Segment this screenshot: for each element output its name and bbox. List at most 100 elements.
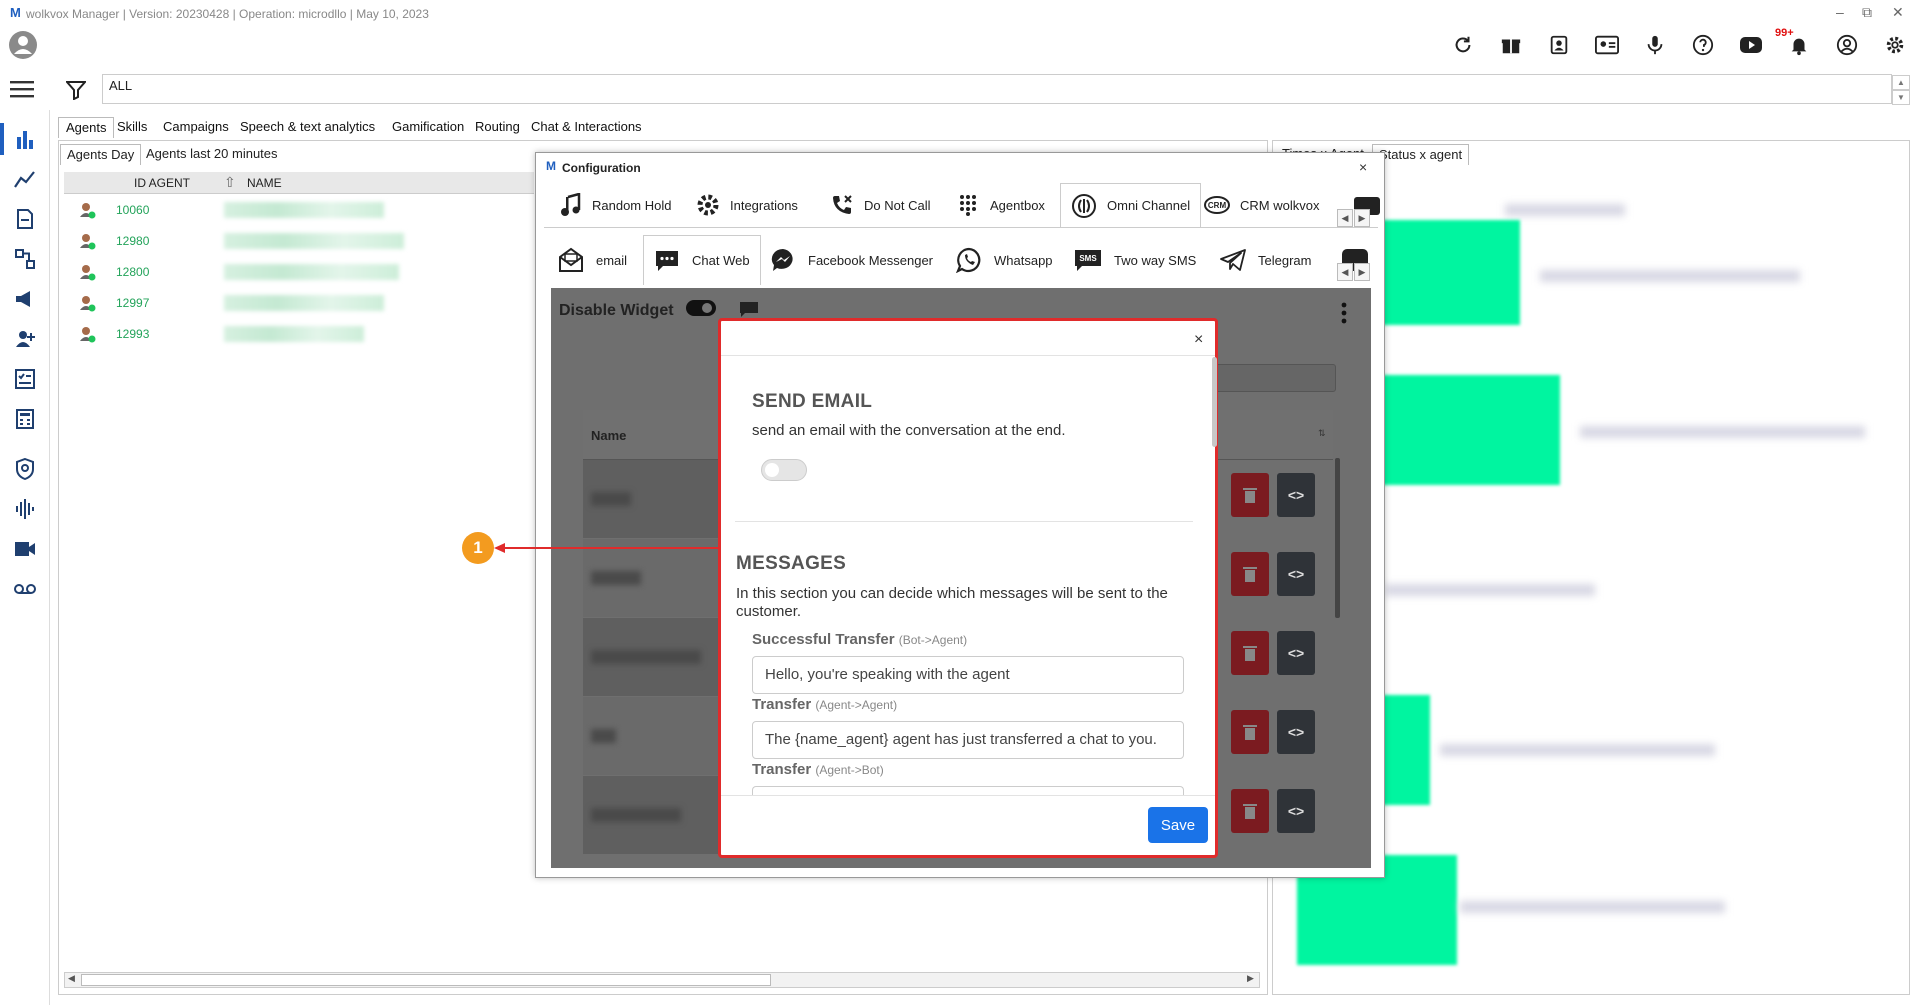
filter-icon[interactable]	[66, 80, 90, 104]
section-divider	[735, 521, 1193, 522]
delete-button[interactable]	[1231, 473, 1269, 517]
refresh-icon[interactable]	[1448, 30, 1478, 60]
tab-skills[interactable]: Skills	[110, 117, 154, 138]
modal-header-divider	[721, 355, 1215, 356]
calculator-icon[interactable]	[10, 405, 40, 433]
tab-gamification[interactable]: Gamification	[385, 117, 471, 138]
megaphone-icon[interactable]	[10, 285, 40, 313]
send-email-toggle[interactable]	[761, 459, 807, 481]
column-name[interactable]: Name	[591, 428, 626, 443]
code-button[interactable]: <>	[1277, 552, 1315, 596]
scroll-right-arrow-icon[interactable]: ▶	[1247, 973, 1254, 984]
tabs-scroll-right-icon[interactable]: ▶	[1354, 209, 1370, 227]
kebab-menu-icon[interactable]	[1341, 302, 1361, 324]
tab-routing[interactable]: Routing	[468, 117, 527, 138]
tab-integrations[interactable]: Integrations	[686, 183, 808, 227]
hamburger-menu-icon[interactable]	[10, 80, 36, 100]
channels-scroll-right-icon[interactable]: ▶	[1354, 263, 1370, 281]
account-icon[interactable]	[1832, 30, 1862, 60]
delete-button[interactable]	[1231, 631, 1269, 675]
tab-agentbox[interactable]: Agentbox	[946, 183, 1055, 227]
tab-random-hold[interactable]: Random Hold	[550, 183, 682, 227]
analytics-line-icon[interactable]	[10, 165, 40, 193]
youtube-icon[interactable]	[1736, 30, 1766, 60]
table-row[interactable]: 12997	[64, 288, 534, 318]
save-button[interactable]: Save	[1148, 807, 1208, 843]
filter-input[interactable]: ALL	[102, 74, 1892, 104]
tab-speech-text-analytics[interactable]: Speech & text analytics	[233, 117, 382, 138]
filter-spin-up[interactable]: ▲	[1892, 75, 1910, 90]
config-close-icon[interactable]: ×	[1359, 159, 1367, 175]
column-name[interactable]: NAME	[247, 176, 282, 190]
successful-transfer-input[interactable]: Hello, you're speaking with the agent	[752, 656, 1184, 694]
sort-up-arrow-icon[interactable]: ⇧	[224, 174, 236, 191]
delete-button[interactable]	[1231, 552, 1269, 596]
filter-spin-down[interactable]: ▼	[1892, 90, 1910, 105]
settings-gear-icon[interactable]	[1880, 30, 1910, 60]
tabs-scroll-left-icon[interactable]: ◀	[1337, 209, 1353, 227]
modal-scrollbar-thumb[interactable]	[1212, 357, 1217, 447]
tab-agents[interactable]: Agents	[58, 117, 115, 138]
tab-whatsapp[interactable]: Whatsapp	[946, 235, 1063, 285]
user-avatar-icon[interactable]	[8, 30, 38, 60]
tab-agents-day[interactable]: Agents Day	[60, 144, 142, 165]
redacted-text	[591, 650, 701, 664]
checklist-icon[interactable]	[10, 365, 40, 393]
code-button[interactable]: <>	[1277, 473, 1315, 517]
tab-two-way-sms[interactable]: SMS Two way SMS	[1064, 235, 1206, 285]
tab-status-x-agent[interactable]: Status x agent	[1372, 144, 1470, 165]
bar-chart-icon[interactable]	[10, 125, 40, 153]
tab-email[interactable]: email	[548, 235, 637, 285]
close-button[interactable]: ✕	[1892, 4, 1904, 21]
tab-chat-interactions[interactable]: Chat & Interactions	[524, 117, 649, 138]
minimize-button[interactable]: –	[1836, 4, 1844, 20]
channels-scroll-left-icon[interactable]: ◀	[1337, 263, 1353, 281]
tab-do-not-call[interactable]: Do Not Call	[820, 183, 940, 227]
tab-facebook-messenger[interactable]: Facebook Messenger	[760, 235, 943, 285]
horizontal-scrollbar[interactable]: ◀ ▶	[64, 972, 1260, 988]
scrollbar-thumb[interactable]	[81, 974, 771, 986]
search-field[interactable]	[1211, 364, 1336, 392]
gift-icon[interactable]	[1496, 30, 1526, 60]
modal-close-icon[interactable]: ×	[1194, 331, 1203, 349]
tab-chat-web[interactable]: Chat Web	[643, 235, 761, 285]
users-add-icon[interactable]	[10, 325, 40, 353]
table-row[interactable]: 12980	[64, 226, 534, 256]
id-card-icon[interactable]	[1592, 30, 1622, 60]
scroll-left-arrow-icon[interactable]: ◀	[68, 973, 75, 984]
sort-icon[interactable]: ⇅	[1318, 428, 1326, 439]
voicemail-icon[interactable]	[10, 575, 40, 603]
disable-widget-toggle[interactable]	[686, 300, 716, 316]
audio-wave-icon[interactable]	[10, 495, 40, 523]
table-row[interactable]: 10060	[64, 195, 534, 225]
workflow-icon[interactable]	[10, 245, 40, 273]
column-id-agent[interactable]: ID AGENT	[134, 176, 190, 190]
code-button[interactable]: <>	[1277, 789, 1315, 833]
config-title: Configuration	[562, 161, 641, 175]
bot-transfer-input[interactable]	[752, 786, 1184, 795]
restore-button[interactable]: ⧉	[1862, 4, 1872, 21]
tab-crm-wolkvox[interactable]: CRM CRM wolkvox	[1194, 183, 1329, 227]
trash-icon	[1243, 567, 1257, 582]
code-button[interactable]: <>	[1277, 631, 1315, 675]
delete-button[interactable]	[1231, 789, 1269, 833]
table-row[interactable]: 12993	[64, 319, 534, 349]
tab-label: email	[596, 252, 628, 268]
code-button[interactable]: <>	[1277, 710, 1315, 754]
app-logo: M	[10, 5, 21, 20]
inner-scrollbar-thumb[interactable]	[1335, 458, 1340, 618]
tab-telegram[interactable]: Telegram	[1210, 235, 1321, 285]
shield-icon[interactable]	[10, 455, 40, 483]
video-icon[interactable]	[10, 535, 40, 563]
table-row[interactable]: 12800	[64, 257, 534, 287]
contacts-book-icon[interactable]	[1544, 30, 1574, 60]
delete-button[interactable]	[1231, 710, 1269, 754]
help-icon[interactable]	[1688, 30, 1718, 60]
microphone-icon[interactable]	[1640, 30, 1670, 60]
tab-agents-last-20-minutes[interactable]: Agents last 20 minutes	[140, 144, 284, 165]
tab-omni-channel[interactable]: Omni Channel	[1060, 183, 1202, 227]
agent-transfer-input[interactable]: The {name_agent} agent has just transfer…	[752, 721, 1184, 759]
report-document-icon[interactable]	[10, 205, 40, 233]
tab-campaigns[interactable]: Campaigns	[156, 117, 236, 138]
tab-label: Omni Channel	[1107, 198, 1191, 213]
